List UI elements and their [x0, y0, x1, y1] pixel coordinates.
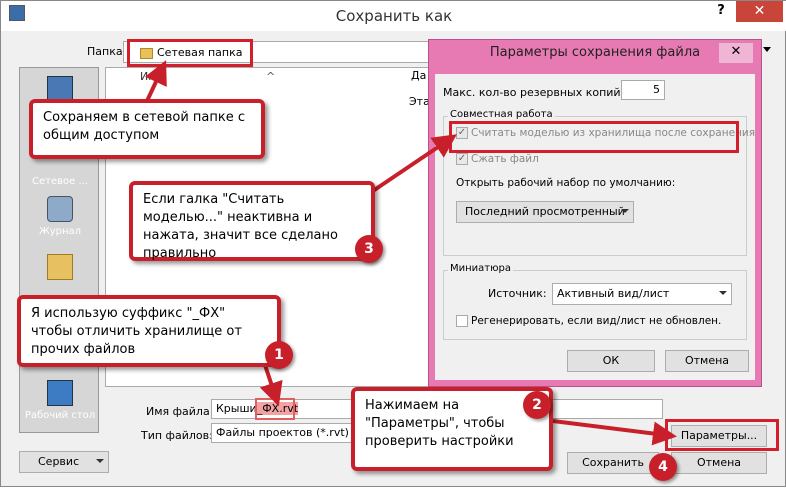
badge-4: 4: [649, 453, 677, 481]
callout-checkbox: Если галка "Считать моделью..." неактивн…: [129, 181, 375, 261]
badge-1: 1: [265, 341, 293, 369]
arrow-to-folder: [145, 60, 167, 102]
callout-params: Нажимаем на "Параметры", чтобы проверить…: [351, 387, 553, 471]
callout-suffix: Я использую суффикс "_ФХ" чтобы отличить…: [17, 295, 281, 367]
badge-3: 3: [355, 235, 383, 263]
save-as-window: Сохранить как ? ✕ Папка: Сетевая папка С…: [0, 0, 786, 487]
callout-network-folder: Сохраняем в сетевой папке с общим доступ…: [29, 99, 265, 159]
badge-2: 2: [523, 391, 551, 419]
arrow-to-options: [552, 419, 677, 446]
